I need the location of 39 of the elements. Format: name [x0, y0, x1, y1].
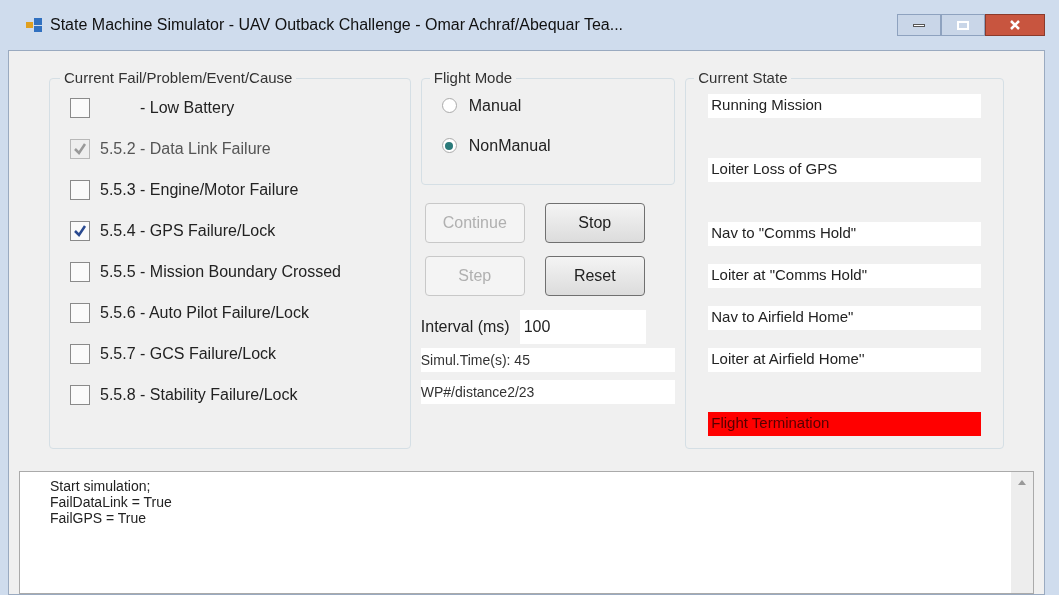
state-field: Nav to "Comms Hold"	[708, 221, 981, 246]
interval-label: Interval (ms)	[420, 317, 510, 337]
checkbox[interactable]: 5.5.8 - Stability Failure/Lock	[70, 382, 390, 407]
state-field: Loiter at "Comms Hold"	[708, 263, 981, 288]
radio-button[interactable]: Manual	[441, 93, 655, 118]
group-title: Current State	[697, 68, 789, 88]
state-field: Nav to Airfield Home"	[708, 305, 981, 330]
checkbox[interactable]: 5.5.7 - GCS Failure/Lock	[70, 341, 390, 366]
group-title: Current Fail/Problem/Event/Cause	[63, 68, 294, 88]
close-button[interactable]	[985, 14, 1045, 36]
state-field: Loiter Loss of GPS	[708, 157, 981, 182]
button[interactable]: Reset	[544, 256, 645, 296]
log-textarea[interactable]: Start simulation; FailDataLink = True FailGPS = True	[19, 471, 1034, 594]
maximize-button[interactable]	[941, 14, 985, 36]
minimize-button[interactable]	[897, 14, 941, 36]
close-icon	[1009, 19, 1021, 31]
group-title: Flight Mode	[432, 68, 514, 88]
simul-time-field: Simul.Time(s): 45	[420, 348, 676, 372]
app-icon	[26, 18, 42, 32]
check-icon	[73, 141, 87, 156]
state-field: Loiter at Airfield Home''	[708, 347, 981, 372]
radio-button[interactable]: NonManual	[441, 133, 655, 158]
log-line: FailGPS = True	[50, 510, 148, 526]
checkbox[interactable]: 5.5.4 - GPS Failure/Lock	[70, 218, 390, 243]
scroll-up-icon	[1018, 480, 1026, 485]
log-line: FailDataLink = True	[50, 494, 173, 510]
state-field: Running Mission	[708, 93, 981, 118]
log-line: Start simulation;	[50, 478, 152, 494]
checkbox[interactable]: 5.5.5 - Mission Boundary Crossed	[70, 259, 390, 284]
checkbox[interactable]: 5.5.3 - Engine/Motor Failure	[70, 177, 390, 202]
button[interactable]: Stop	[544, 203, 645, 243]
state-field: Flight Termination	[708, 411, 981, 436]
wp-distance-field: WP#/distance2/23	[420, 380, 676, 404]
checkbox[interactable]: - Low Battery	[70, 95, 390, 120]
check-icon	[73, 223, 87, 238]
window-title: State Machine Simulator - UAV Outback Challenge - Omar Achraf/Abequar Tea...	[50, 15, 623, 35]
checkbox[interactable]: 5.5.6 - Auto Pilot Failure/Lock	[70, 300, 390, 325]
interval-field[interactable]: 100	[519, 310, 646, 344]
scrollbar[interactable]	[1011, 472, 1033, 593]
